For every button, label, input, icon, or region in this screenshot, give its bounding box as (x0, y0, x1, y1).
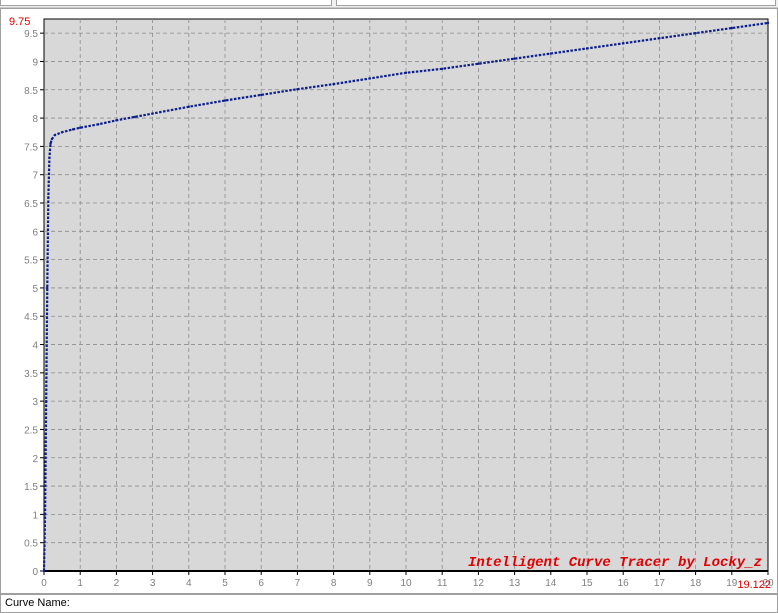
x-tick-label: 11 (437, 578, 448, 589)
curve-point (585, 47, 589, 50)
curve-point (97, 123, 100, 126)
curve-point (477, 62, 480, 65)
status-bar: Curve Name: (0, 594, 778, 613)
y-tick-label: 5 (32, 284, 38, 295)
x-tick-label: 1 (77, 578, 83, 589)
y-tick-label: 1 (32, 510, 38, 521)
x-tick-label: 4 (186, 578, 192, 589)
y-tick-label: 4 (32, 341, 38, 352)
curve-point (513, 57, 516, 60)
x-tick-label: 13 (509, 578, 521, 589)
y-max-label: 9.75 (9, 16, 30, 28)
x-tick-label: 6 (258, 578, 264, 589)
x-tick-label: 15 (581, 578, 593, 589)
curve-point (404, 71, 408, 74)
curve-point (48, 156, 51, 159)
curve-point (71, 128, 75, 131)
curve-point (60, 131, 64, 134)
curve-point (115, 119, 118, 122)
curve-point (49, 142, 52, 145)
curve-point (296, 88, 299, 91)
x-tick-label: 14 (545, 578, 557, 589)
plot-panel[interactable]: 0 1 2 3 4 5 6 7 8 9 10 11 12 13 14 15 16 17 18 19 20 0 0.5 1 1.5… (0, 8, 778, 594)
curve-point (46, 286, 49, 290)
x-tick-label: 19 (726, 578, 738, 589)
y-tick-label: 0.5 (24, 539, 38, 550)
y-tick-label: 2 (32, 454, 38, 465)
curve-point (766, 21, 770, 25)
curve-point (47, 196, 50, 199)
curve-point (187, 105, 190, 108)
y-tick-label: 7 (32, 171, 38, 182)
curve-point (79, 126, 82, 129)
y-tick-label: 3 (32, 397, 38, 408)
x-tick-label: 9 (367, 578, 373, 589)
curve-point (42, 569, 46, 573)
curve-point (549, 52, 552, 55)
y-tick-label: 6.5 (24, 199, 38, 210)
y-tick-label: 9 (32, 57, 38, 68)
y-tick-label: 9.5 (24, 29, 38, 40)
x-tick-label: 8 (331, 578, 337, 589)
curve-point (50, 137, 54, 141)
watermark-text: Intelligent Curve Tracer by Locky_z (468, 555, 762, 571)
curve-point (53, 133, 57, 137)
curve-point (260, 93, 263, 97)
curve-point (694, 31, 697, 35)
curve-name-label: Curve Name: (5, 597, 70, 609)
curve-point (658, 37, 661, 40)
curve-point (332, 82, 335, 86)
y-tick-label: 6 (32, 227, 38, 238)
y-tick-label: 1.5 (24, 482, 38, 493)
y-tick-label: 5.5 (24, 256, 38, 267)
y-tick-label: 7.5 (24, 142, 38, 153)
x-tick-label: 2 (114, 578, 120, 589)
curve-point (368, 77, 371, 80)
curve-point (622, 42, 625, 45)
x-tick-label: 16 (618, 578, 630, 589)
curve-point (730, 26, 733, 30)
x-tick-label: 17 (654, 578, 666, 589)
x-tick-label: 3 (150, 578, 156, 589)
curve-point (133, 115, 136, 119)
x-tick-label: 7 (295, 578, 301, 589)
x-max-label: 19.122 (737, 579, 771, 591)
toolbar-strip (0, 0, 778, 8)
y-tick-label: 8.5 (24, 86, 38, 97)
x-tick-label: 5 (222, 578, 228, 589)
x-tick-label: 12 (473, 578, 485, 589)
curve-point (223, 99, 227, 102)
toolbar-field-right[interactable] (336, 0, 776, 6)
x-tick-label: 0 (41, 578, 47, 589)
y-tick-label: 2.5 (24, 425, 38, 436)
curve-point (441, 67, 444, 71)
toolbar-field-left[interactable] (0, 0, 332, 6)
y-tick-label: 4.5 (24, 312, 38, 323)
curve-point (151, 112, 154, 115)
x-tick-label: 10 (400, 578, 412, 589)
curve-point (44, 399, 48, 403)
x-tick-label: 18 (690, 578, 702, 589)
y-tick-label: 0 (32, 567, 38, 578)
curve-point (43, 513, 47, 516)
curve-plot[interactable]: 0 1 2 3 4 5 6 7 8 9 10 11 12 13 14 15 16 17 18 19 2000.511.5… (1, 9, 777, 593)
y-tick-label: 8 (32, 114, 38, 125)
y-tick-label: 3.5 (24, 369, 38, 380)
